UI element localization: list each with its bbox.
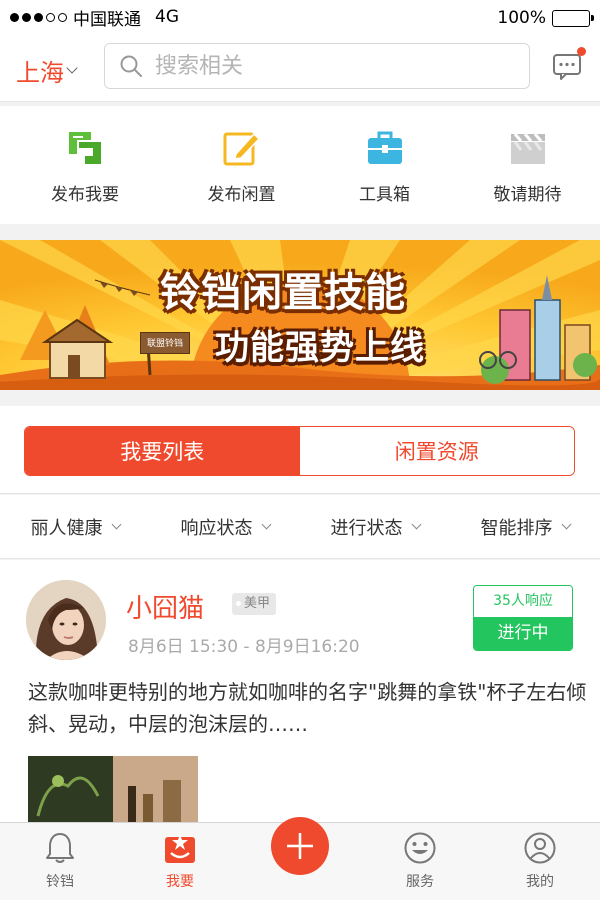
tab-label: 我的 — [526, 874, 554, 890]
tab-need-list[interactable]: 我要列表 — [25, 427, 300, 475]
username[interactable]: 小囧猫 — [126, 588, 204, 625]
publish-idle-button[interactable]: 发布闲置 — [170, 106, 313, 224]
filter-progress-status[interactable]: 进行状态 — [300, 495, 450, 558]
chat-bubble-icon — [553, 54, 581, 80]
city-label: 上海 — [16, 59, 64, 87]
plus-icon — [287, 833, 313, 859]
chevron-down-icon — [111, 519, 121, 529]
response-count: 35人响应 — [474, 586, 572, 617]
filter-category[interactable]: 丽人健康 — [0, 495, 150, 558]
filter-bar: 丽人健康 响应状态 进行状态 智能排序 — [0, 495, 600, 559]
coming-soon-icon — [510, 133, 545, 164]
filter-label: 进行状态 — [330, 517, 403, 539]
toolbox-button[interactable]: 工具箱 — [313, 106, 456, 224]
chevron-down-icon — [561, 519, 571, 529]
publish-need-button[interactable]: 发布我要 — [0, 106, 170, 224]
my-need-icon — [165, 834, 195, 863]
filter-label: 响应状态 — [180, 517, 253, 539]
bell-icon — [46, 833, 74, 863]
notification-dot — [577, 47, 586, 56]
avatar-image — [26, 580, 106, 660]
tab-profile[interactable]: 我的 — [500, 831, 580, 891]
network-type: 4G — [155, 7, 179, 27]
search-bar[interactable] — [104, 43, 530, 89]
action-label: 工具箱 — [359, 185, 410, 205]
chevron-down-icon — [261, 519, 271, 529]
tab-service[interactable]: 服务 — [380, 831, 460, 891]
publish-need-icon — [69, 132, 101, 164]
action-label: 发布我要 — [51, 185, 119, 205]
filter-label: 丽人健康 — [30, 517, 103, 539]
thumbnail-image — [28, 756, 198, 822]
feed-card[interactable]: 小囧猫 美甲 8月6日 15:30 - 8月9日16:20 35人响应 进行中 … — [0, 560, 600, 822]
tab-idle-resources[interactable]: 闲置资源 — [299, 427, 574, 475]
banner-title-line1: 铃铛闲置技能 — [160, 270, 406, 316]
post-thumbnail[interactable] — [28, 756, 198, 822]
tab-label: 服务 — [406, 874, 434, 890]
smile-icon — [404, 832, 436, 864]
segment-container: 我要列表 闲置资源 — [0, 406, 600, 494]
battery-icon — [552, 9, 594, 27]
chevron-down-icon — [411, 519, 421, 529]
battery-percent: 100% — [497, 8, 546, 28]
chevron-down-icon — [66, 61, 78, 74]
search-icon — [120, 55, 142, 77]
filter-response-status[interactable]: 响应状态 — [150, 495, 300, 558]
segmented-control: 我要列表 闲置资源 — [24, 426, 575, 476]
carrier-name: 中国联通 — [73, 9, 141, 30]
filter-smart-sort[interactable]: 智能排序 — [450, 495, 600, 558]
tab-my-need[interactable]: 我要 — [140, 831, 220, 891]
message-button[interactable] — [552, 47, 586, 81]
action-label: 发布闲置 — [207, 185, 276, 205]
banner-sign: 联盟铃铛 — [140, 332, 190, 354]
top-header: 上海 — [0, 34, 600, 102]
action-label: 敬请期待 — [493, 185, 562, 205]
tab-bell[interactable]: 铃铛 — [20, 831, 100, 891]
filter-label: 智能排序 — [480, 517, 553, 539]
create-button[interactable] — [271, 817, 329, 875]
coming-soon-button[interactable]: 敬请期待 — [456, 106, 599, 224]
avatar[interactable] — [26, 580, 106, 660]
city-selector[interactable]: 上海 — [16, 53, 78, 88]
search-input[interactable] — [155, 53, 495, 79]
profile-icon — [524, 832, 556, 864]
tab-label: 我要 — [166, 874, 194, 890]
toolbox-icon — [367, 131, 402, 164]
bottom-tab-bar: 铃铛 我要 服务 我的 — [0, 817, 600, 900]
post-description: 这款咖啡更特别的地方就如咖啡的名字"跳舞的拿铁"杯子左右倾斜、晃动，中层的泡沫层… — [28, 680, 587, 736]
edit-icon — [223, 132, 260, 166]
banner-title-line2: 功能强势上线 — [215, 328, 425, 368]
battery-indicator: 100% — [497, 8, 594, 28]
status-bar: 中国联通 4G 上午11:35 100% — [0, 0, 600, 97]
category-tag: 美甲 — [232, 593, 277, 615]
quick-actions: 发布我要 发布闲置 工具箱 敬请期待 — [0, 106, 600, 224]
tab-label: 铃铛 — [46, 874, 74, 890]
status-badge[interactable]: 35人响应 进行中 — [473, 585, 573, 651]
progress-state: 进行中 — [474, 617, 572, 650]
signal-strength-icon — [10, 12, 67, 22]
promo-banner[interactable]: 联盟铃铛 铃铛闲置技能 功能强势上线 — [0, 240, 600, 390]
time-range: 8月6日 15:30 - 8月9日16:20 — [128, 637, 360, 657]
app-screen: 中国联通 4G 上午11:35 100% 上海 — [0, 0, 600, 900]
